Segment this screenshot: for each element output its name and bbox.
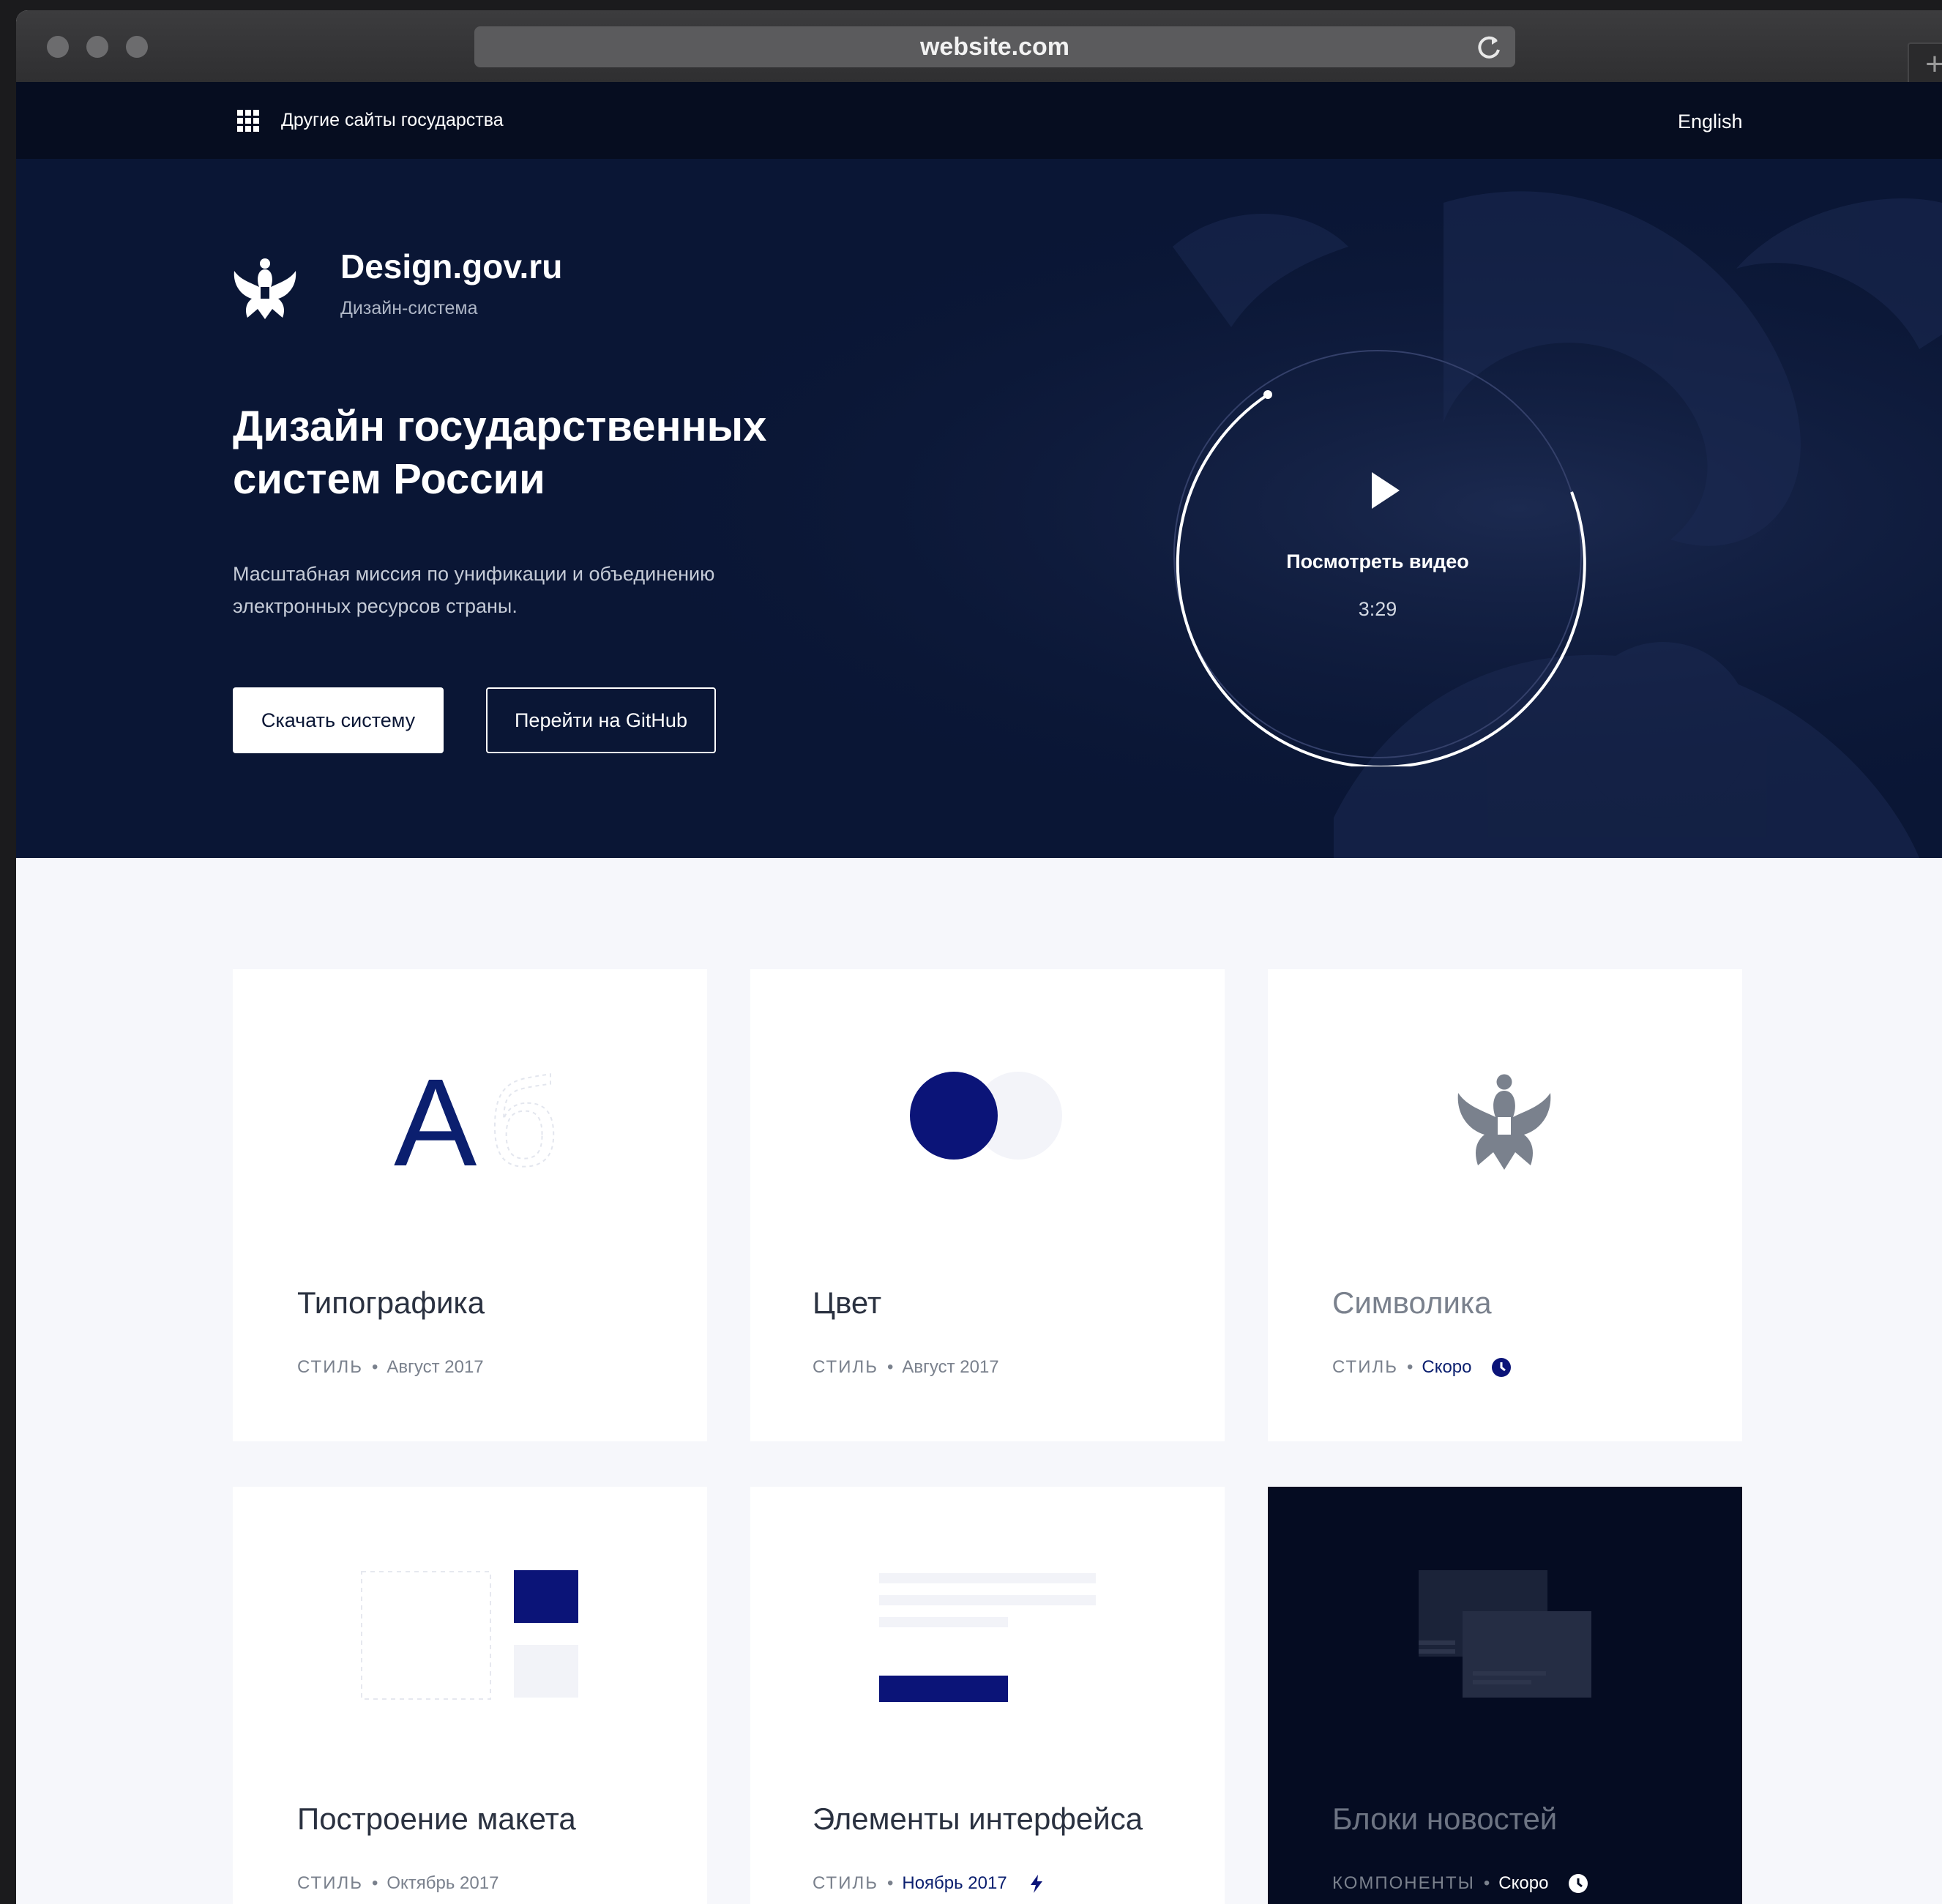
hero-title: Дизайн государственных систем России xyxy=(233,403,767,503)
brand-name: Design.gov.ru xyxy=(340,247,563,285)
card-typography[interactable]: А б Типографика СТИЛЬ • Август 2017 xyxy=(233,969,707,1441)
play-icon xyxy=(1372,472,1400,509)
clock-icon xyxy=(1569,1874,1588,1893)
card-title: Построение макета xyxy=(297,1802,576,1836)
card-meta: СТИЛЬ • Ноябрь 2017 xyxy=(813,1873,1047,1894)
window-minimize-button[interactable] xyxy=(86,36,108,58)
card-layout[interactable]: Построение макета СТИЛЬ • Октябрь 2017 xyxy=(233,1487,707,1904)
card-category: СТИЛЬ xyxy=(1332,1357,1398,1377)
card-interface-elements[interactable]: Элементы интерфейса СТИЛЬ • Ноябрь 2017 xyxy=(750,1487,1225,1904)
clock-icon xyxy=(1492,1358,1512,1377)
card-color[interactable]: Цвет СТИЛЬ • Август 2017 xyxy=(750,969,1225,1441)
card-date: Август 2017 xyxy=(386,1357,484,1377)
card-meta: СТИЛЬ • Скоро xyxy=(1332,1357,1512,1378)
card-meta: СТИЛЬ • Октябрь 2017 xyxy=(297,1873,499,1893)
card-date: Август 2017 xyxy=(902,1357,999,1377)
other-sites-link[interactable]: Другие сайты государства xyxy=(281,104,504,136)
card-date: Октябрь 2017 xyxy=(386,1873,499,1893)
card-meta: СТИЛЬ • Август 2017 xyxy=(297,1357,484,1377)
emblem-logo-icon xyxy=(234,258,296,319)
github-button[interactable]: Перейти на GitHub xyxy=(486,687,716,753)
reload-icon[interactable] xyxy=(1474,32,1504,61)
brand-subtitle: Дизайн-система xyxy=(340,298,478,318)
language-switch-link[interactable]: English xyxy=(1678,105,1743,138)
card-title: Элементы интерфейса xyxy=(813,1802,1143,1836)
card-title: Типографика xyxy=(297,1285,485,1320)
address-bar[interactable]: website.com xyxy=(474,26,1515,67)
window-maximize-button[interactable] xyxy=(126,36,148,58)
preview-letter-a: А xyxy=(394,1063,477,1180)
card-meta: СТИЛЬ • Август 2017 xyxy=(813,1357,999,1377)
window-close-button[interactable] xyxy=(47,36,69,58)
top-nav: Другие сайты государства English xyxy=(16,82,1942,159)
card-meta: КОМПОНЕНТЫ • Скоро xyxy=(1332,1873,1588,1894)
browser-window: website.com + Другие сайты государства E… xyxy=(16,10,1942,1904)
card-date: Скоро xyxy=(1498,1873,1549,1893)
hero-lead: Масштабная миссия по унификации и объеди… xyxy=(233,563,715,617)
card-category: КОМПОНЕНТЫ xyxy=(1332,1873,1475,1893)
card-category: СТИЛЬ xyxy=(813,1357,878,1377)
typography-preview-icon: А б xyxy=(394,1063,555,1180)
browser-toolbar: website.com xyxy=(16,10,1942,83)
card-title: Символика xyxy=(1332,1285,1492,1320)
layout-preview-icon xyxy=(361,1570,578,1700)
card-title: Блоки новостей xyxy=(1332,1802,1558,1836)
emblem-preview-icon xyxy=(1457,1074,1551,1170)
lightning-icon xyxy=(1031,1875,1043,1893)
card-category: СТИЛЬ xyxy=(297,1873,363,1893)
download-system-button[interactable]: Скачать систему xyxy=(233,687,444,753)
card-symbolism[interactable]: Символика СТИЛЬ • Скоро xyxy=(1268,969,1742,1441)
color-preview-icon xyxy=(910,1072,1062,1160)
interface-preview-icon xyxy=(879,1573,1096,1702)
card-category: СТИЛЬ xyxy=(297,1357,363,1377)
news-preview-icon xyxy=(1419,1570,1591,1698)
card-title: Цвет xyxy=(813,1285,882,1320)
card-category: СТИЛЬ xyxy=(813,1873,878,1893)
card-date: Ноябрь 2017 xyxy=(902,1873,1007,1893)
video-label: Посмотреть видео xyxy=(1286,550,1469,572)
video-duration: 3:29 xyxy=(1358,598,1397,620)
hero-section: Design.gov.ru Дизайн-система Дизайн госу… xyxy=(16,159,1942,858)
card-date: Скоро xyxy=(1422,1357,1472,1377)
apps-grid-icon[interactable] xyxy=(237,110,259,132)
card-news-blocks[interactable]: Блоки новостей КОМПОНЕНТЫ • Скоро xyxy=(1268,1487,1742,1904)
address-bar-url: website.com xyxy=(919,33,1070,61)
preview-letter-b: б xyxy=(488,1063,555,1180)
